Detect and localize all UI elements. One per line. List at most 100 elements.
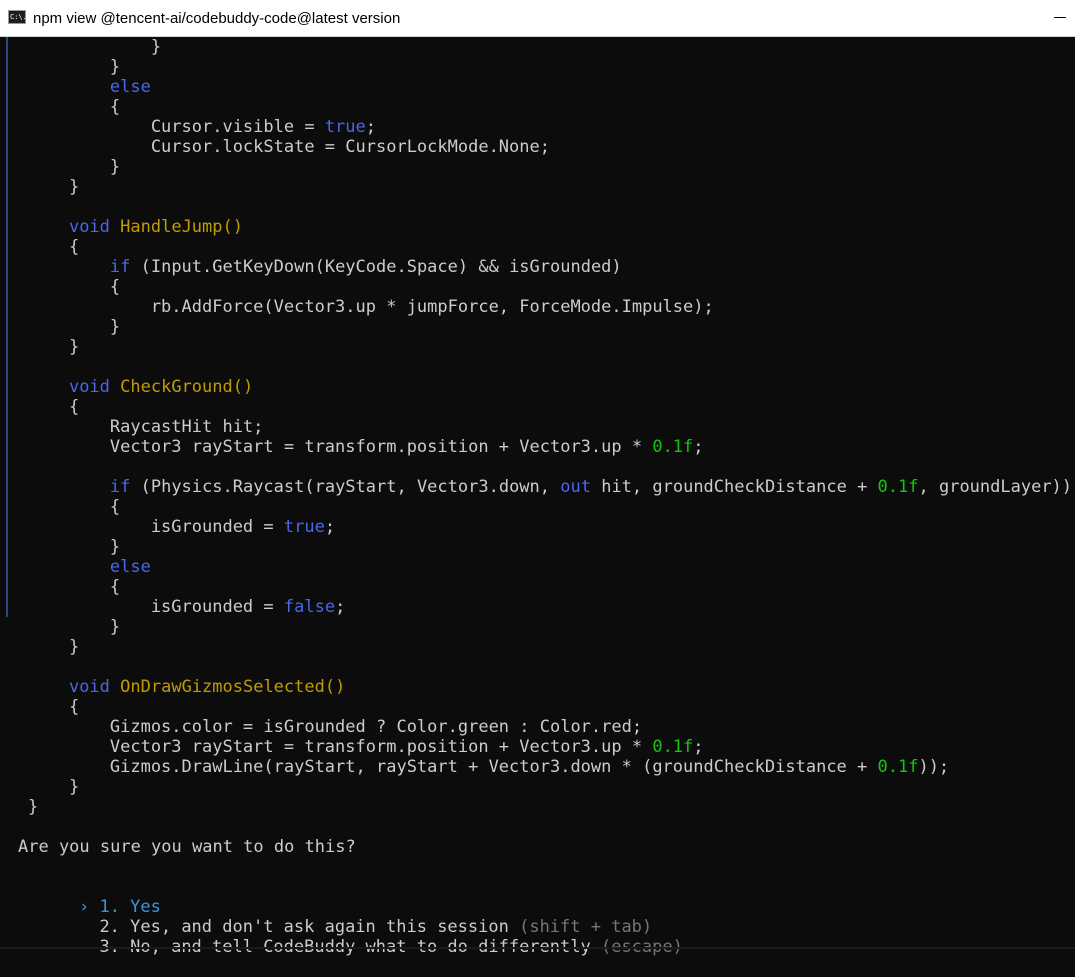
code-token: } (28, 177, 80, 197)
code-line: Cursor.visible = true; (28, 117, 376, 137)
code-token: , groundLayer)) (918, 477, 1073, 497)
code-token: void (68, 217, 110, 237)
code-token: OnDrawGizmosSelected() (120, 677, 346, 697)
code-line: } (28, 617, 120, 637)
option-yes[interactable]: › 1. Yes (38, 877, 161, 917)
code-line: } (28, 57, 120, 77)
code-token: else (109, 557, 151, 577)
code-token: { (28, 97, 121, 117)
code-line: Gizmos.DrawLine(rayStart, rayStart + Vec… (28, 757, 949, 777)
code-token: 0.1f (652, 737, 694, 757)
code-line: } (28, 537, 120, 557)
code-line: { (28, 97, 120, 117)
code-line: Gizmos.color = isGrounded ? Color.green … (28, 717, 642, 737)
code-token: if (109, 477, 131, 497)
code-token: (Input.GetKeyDown(KeyCode.Space) && isGr… (130, 257, 622, 277)
code-token: else (109, 77, 151, 97)
code-token: CheckGround() (120, 377, 254, 397)
console-window-icon[interactable]: C:\. (8, 10, 26, 24)
code-line: { (28, 237, 79, 257)
code-token: { (28, 497, 121, 517)
code-line: } (28, 797, 38, 817)
code-token: out (560, 477, 591, 497)
code-line: if (Physics.Raycast(rayStart, Vector3.do… (28, 477, 1072, 497)
code-token: ; (693, 437, 704, 457)
code-token: HandleJump() (120, 217, 243, 237)
code-token: } (28, 157, 121, 177)
code-token: RaycastHit hit; (28, 417, 264, 437)
code-line: void OnDrawGizmosSelected() (28, 677, 345, 697)
code-line: rb.AddForce(Vector3.up * jumpForce, Forc… (28, 297, 714, 317)
code-token: { (28, 577, 121, 597)
code-token: } (28, 537, 121, 557)
code-token: } (28, 777, 80, 797)
code-token: true (283, 517, 325, 537)
code-token: } (28, 37, 162, 57)
code-token: false (283, 597, 336, 617)
code-token: } (28, 797, 39, 817)
code-line: else (28, 77, 151, 97)
code-token: 0.1f (877, 757, 919, 777)
code-token: hit, groundCheckDistance + (590, 477, 878, 497)
code-token: isGrounded = (28, 597, 284, 617)
code-token: } (28, 337, 80, 357)
minimize-icon[interactable] (1054, 17, 1066, 18)
code-line: isGrounded = true; (28, 517, 335, 537)
code-line: } (28, 317, 120, 337)
option-no-tell-codebuddy[interactable]: 3. No, and tell CodeBuddy what to do dif… (38, 917, 682, 957)
code-token: } (28, 637, 80, 657)
code-token: ; (693, 737, 704, 757)
code-token: } (28, 617, 121, 637)
code-line: } (28, 337, 79, 357)
code-token: void (68, 677, 110, 697)
code-token: { (28, 397, 80, 417)
code-token: ; (324, 517, 336, 537)
code-token: { (28, 237, 80, 257)
code-token: rb.AddForce(Vector3.up * jumpForce, Forc… (28, 297, 714, 317)
code-line: } (28, 177, 79, 197)
code-token: { (28, 697, 80, 717)
code-line: void CheckGround() (28, 377, 253, 397)
code-token: Vector3 rayStart = transform.position + … (28, 737, 653, 757)
code-line: Cursor.lockState = CursorLockMode.None; (28, 137, 550, 157)
code-line: { (28, 577, 120, 597)
code-token: ; (365, 117, 377, 137)
code-token: ; (335, 597, 346, 617)
code-line: { (28, 277, 120, 297)
code-token: true (324, 117, 366, 137)
confirm-question: Are you sure you want to do this? (18, 837, 356, 857)
window-titlebar: C:\. npm view @tencent-ai/codebuddy-code… (0, 0, 1075, 37)
code-token: Vector3 rayStart = transform.position + … (28, 437, 653, 457)
code-token: } (28, 57, 121, 77)
terminal-output: } } else { Cursor.visible = true; Cursor… (0, 37, 1075, 957)
code-line: void HandleJump() (28, 217, 243, 237)
code-line: } (28, 37, 161, 57)
code-token: )); (918, 757, 950, 777)
code-line: { (28, 397, 79, 417)
code-token: Cursor.lockState = CursorLockMode.None; (28, 137, 550, 157)
code-line: RaycastHit hit; (28, 417, 264, 437)
code-token: Cursor.visible = (28, 117, 325, 137)
code-line: { (28, 497, 120, 517)
code-line: Vector3 rayStart = transform.position + … (28, 737, 704, 757)
code-token: (Physics.Raycast(rayStart, Vector3.down, (130, 477, 561, 497)
code-line: { (28, 697, 79, 717)
code-token: isGrounded = (28, 517, 284, 537)
code-token: Gizmos.color = isGrounded ? Color.green … (28, 717, 643, 737)
code-line: Vector3 rayStart = transform.position + … (28, 437, 704, 457)
code-token: void (68, 377, 110, 397)
code-token: { (28, 277, 121, 297)
code-line: } (28, 777, 79, 797)
code-token: } (28, 317, 121, 337)
code-line: } (28, 157, 120, 177)
option-yes-dont-ask-again[interactable]: 2. Yes, and don't ask again this session… (38, 897, 652, 937)
code-token: if (109, 257, 131, 277)
